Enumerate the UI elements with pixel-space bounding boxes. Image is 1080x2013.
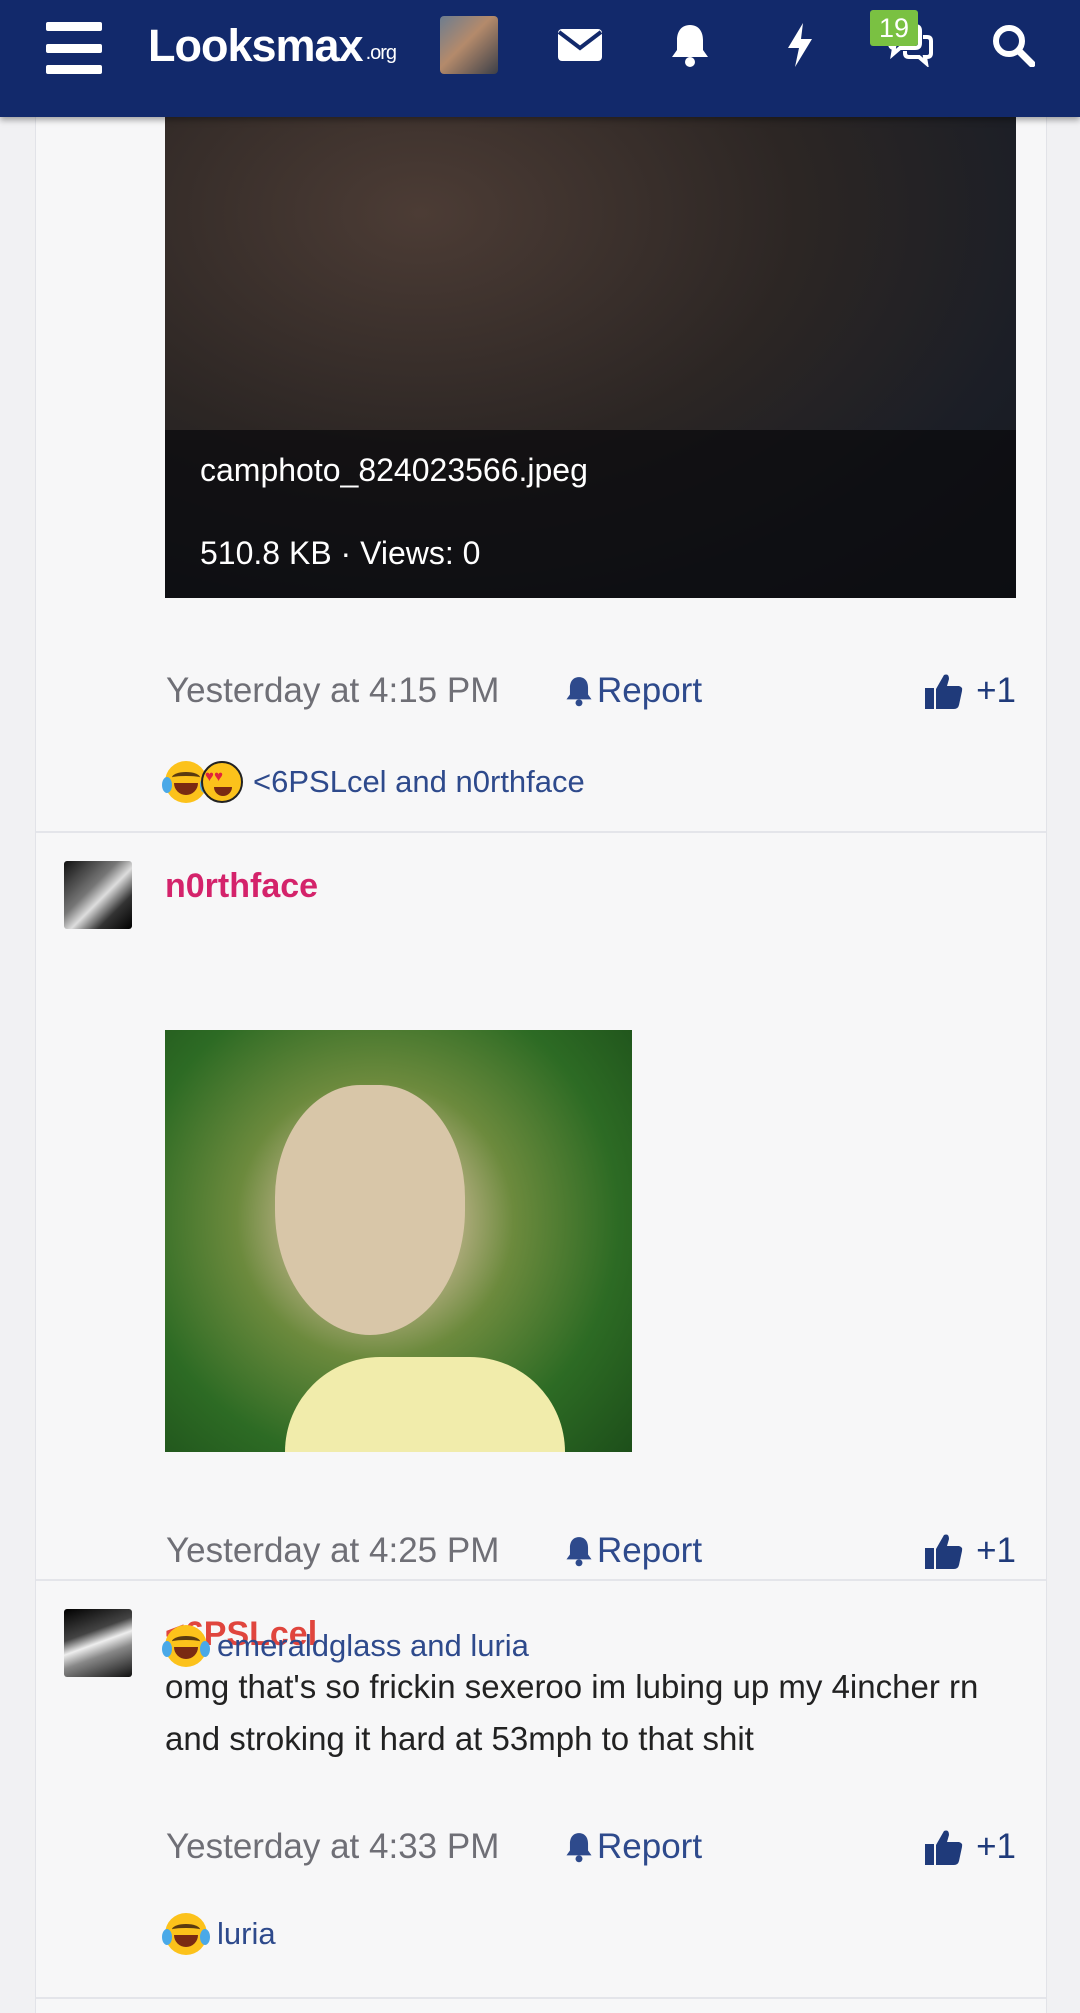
reactions-bar[interactable]: luria: [162, 1910, 276, 1958]
gif-shirt: [285, 1357, 565, 1452]
alerts-count-badge: 19: [870, 10, 918, 46]
thumbs-up-icon: [925, 1830, 963, 1865]
post-footer: Yesterday at 4:15 PM Report +1: [165, 665, 1016, 717]
post-timestamp[interactable]: Yesterday at 4:15 PM: [166, 665, 499, 717]
gif-face: [275, 1085, 465, 1335]
bolt-icon[interactable]: [770, 15, 830, 75]
logo-text: Looksmax: [148, 20, 364, 71]
post-timestamp[interactable]: Yesterday at 4:33 PM: [166, 1821, 499, 1873]
logo-suffix: .org: [365, 41, 397, 64]
bell-icon[interactable]: [660, 15, 720, 75]
reactions-bar[interactable]: <6PSLcel and n0rthface: [162, 758, 585, 806]
reaction-users[interactable]: emeraldglass and luria: [217, 1628, 529, 1664]
report-label: Report: [597, 1531, 703, 1570]
search-icon[interactable]: [983, 15, 1043, 75]
image-attachment[interactable]: camphoto_824023566.jpeg 510.8 KB · Views…: [165, 117, 1016, 598]
like-count: +1: [976, 671, 1016, 710]
attachment-caption: camphoto_824023566.jpeg 510.8 KB · Views…: [165, 430, 1016, 598]
site-logo[interactable]: Looksmax .org: [148, 18, 397, 74]
report-label: Report: [597, 671, 703, 710]
post-timestamp[interactable]: Yesterday at 4:25 PM: [166, 1525, 499, 1577]
like-count: +1: [976, 1827, 1016, 1866]
envelope-icon[interactable]: [550, 15, 610, 75]
attachment-filename: camphoto_824023566.jpeg: [200, 452, 588, 488]
post-message: omg that's so frickin sexeroo im lubing …: [165, 1668, 979, 1757]
report-label: Report: [597, 1827, 703, 1866]
author-avatar[interactable]: [64, 861, 132, 929]
reaction-users[interactable]: luria: [217, 1916, 276, 1952]
menu-icon[interactable]: [44, 22, 104, 74]
author-avatar[interactable]: [64, 1609, 132, 1677]
bell-icon: [566, 1833, 592, 1863]
report-button[interactable]: Report: [565, 1821, 702, 1873]
like-button[interactable]: +1: [924, 1821, 1016, 1873]
reactions-bar[interactable]: emeraldglass and luria: [162, 1622, 529, 1670]
user-avatar[interactable]: [440, 16, 498, 74]
like-button[interactable]: +1: [924, 1525, 1016, 1577]
thumbs-up-icon: [925, 674, 963, 709]
bell-icon: [566, 1537, 592, 1567]
joy-emoji-icon: [162, 1625, 210, 1667]
reaction-users[interactable]: <6PSLcel and n0rthface: [253, 764, 585, 800]
top-navigation-bar: Looksmax .org 19: [0, 0, 1080, 117]
report-button[interactable]: Report: [565, 665, 702, 717]
joy-emoji-icon: [162, 1913, 210, 1955]
gif-image[interactable]: [165, 1030, 632, 1452]
bell-icon: [566, 677, 592, 707]
post-footer: Yesterday at 4:25 PM Report +1: [165, 1525, 1016, 1577]
thread-posts-container: camphoto_824023566.jpeg 510.8 KB · Views…: [35, 117, 1047, 2013]
post: camphoto_824023566.jpeg 510.8 KB · Views…: [36, 117, 1046, 833]
post-author[interactable]: n0rthface: [165, 867, 318, 906]
post: n0rthface Yesterday at 4:25 PM Report +1: [36, 833, 1046, 1581]
post-footer: Yesterday at 4:33 PM Report +1: [165, 1821, 1016, 1873]
thumbs-up-icon: [925, 1534, 963, 1569]
report-button[interactable]: Report: [565, 1525, 702, 1577]
like-count: +1: [976, 1531, 1016, 1570]
attachment-meta: 510.8 KB · Views: 0: [200, 535, 481, 571]
heart-eyes-emoji-icon: [201, 761, 243, 803]
like-button[interactable]: +1: [924, 665, 1016, 717]
